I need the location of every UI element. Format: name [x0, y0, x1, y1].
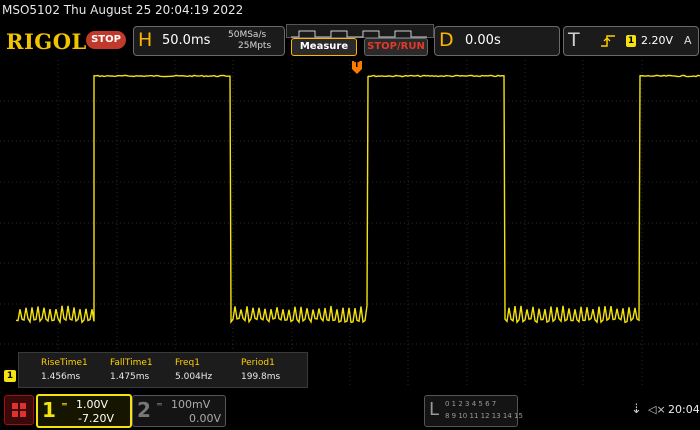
- clock-time: 20:04: [668, 403, 700, 416]
- channel1-offset: -7.20V: [78, 412, 114, 425]
- meas-value: 5.004Hz: [175, 372, 213, 382]
- grid-menu-icon: [12, 403, 26, 417]
- coupling-icon: ═: [62, 400, 67, 409]
- meas-label: Period1: [241, 358, 275, 368]
- trigger-position-marker[interactable]: T: [352, 60, 362, 74]
- trigger-marker-label: T: [354, 60, 360, 69]
- logic-row1: 0 1 2 3 4 5 6 7: [445, 400, 497, 408]
- channel2-scale: 100mV: [171, 398, 211, 411]
- channel1-box[interactable]: 1 ═ 1.00V -7.20V: [36, 394, 132, 428]
- trigger-mode: A: [684, 34, 692, 47]
- meas-value: 1.456ms: [41, 372, 81, 382]
- measurement-panel[interactable]: RiseTime1 1.456ms FallTime1 1.475ms Freq…: [18, 352, 308, 388]
- title-text: MSO5102 Thu August 25 20:04:19 2022: [2, 3, 244, 17]
- title-bar: MSO5102 Thu August 25 20:04:19 2022: [0, 0, 700, 22]
- timebase-value: 50.0ms: [162, 33, 211, 48]
- channel2-number: 2: [137, 398, 151, 422]
- waveform-overview[interactable]: [286, 24, 434, 38]
- ch1-marker-label: 1: [6, 371, 14, 381]
- menu-button[interactable]: [4, 395, 34, 425]
- sound-muted-icon[interactable]: ◁×: [648, 403, 666, 416]
- meas-label: Freq1: [175, 358, 201, 368]
- memory-depth: 25Mpts: [238, 41, 272, 51]
- delay-value: 0.00s: [465, 33, 501, 48]
- waveform-display[interactable]: [0, 60, 700, 385]
- stop-run-button[interactable]: STOP/RUN: [364, 38, 428, 56]
- horizontal-letter: H: [138, 29, 153, 51]
- sample-rate: 50MSa/s: [228, 30, 267, 40]
- channel1-scale: 1.00V: [76, 398, 109, 411]
- trigger-letter: T: [568, 29, 580, 51]
- meas-value: 199.8ms: [241, 372, 281, 382]
- channel2-offset: 0.00V: [189, 412, 222, 425]
- meas-item-period: Period1 199.8ms: [241, 358, 280, 382]
- trigger-source-badge: 1: [626, 35, 636, 47]
- meas-item-freq: Freq1 5.004Hz: [175, 358, 212, 382]
- meas-item-rise: RiseTime1 1.456ms: [41, 358, 88, 382]
- grid-and-trace: [0, 60, 700, 385]
- delay-panel[interactable]: D 0.00s: [434, 26, 560, 56]
- rising-edge-icon: [601, 35, 615, 47]
- logic-channels-box[interactable]: L 0 1 2 3 4 5 6 7 8 9 10 11 12 13 14 15: [424, 395, 523, 427]
- run-status-badge[interactable]: STOP: [86, 31, 126, 49]
- delay-letter: D: [439, 29, 454, 51]
- meas-label: FallTime1: [110, 358, 153, 368]
- logic-letter: L: [429, 399, 440, 420]
- trigger-level: 2.20V: [641, 34, 674, 47]
- channel1-number: 1: [42, 398, 56, 422]
- measure-button[interactable]: Measure: [291, 38, 357, 56]
- ch1-ground-marker[interactable]: 1: [4, 370, 16, 382]
- horizontal-panel[interactable]: H 50.0ms 50MSa/s 25Mpts: [133, 26, 285, 56]
- logic-row2: 8 9 10 11 12 13 14 15: [445, 412, 523, 420]
- ch1-waveform: [15, 74, 700, 325]
- coupling-icon: ═: [157, 400, 162, 409]
- meas-value: 1.475ms: [110, 372, 150, 382]
- channel2-box[interactable]: 2 ═ 100mV 0.00V: [132, 395, 226, 427]
- trigger-panel[interactable]: T 1 2.20V A: [563, 26, 699, 56]
- meas-label: RiseTime1: [41, 358, 88, 368]
- rigol-logo: RIGOL: [6, 29, 87, 54]
- usb-icon[interactable]: ⇣: [631, 402, 642, 417]
- meas-item-fall: FallTime1 1.475ms: [110, 358, 153, 382]
